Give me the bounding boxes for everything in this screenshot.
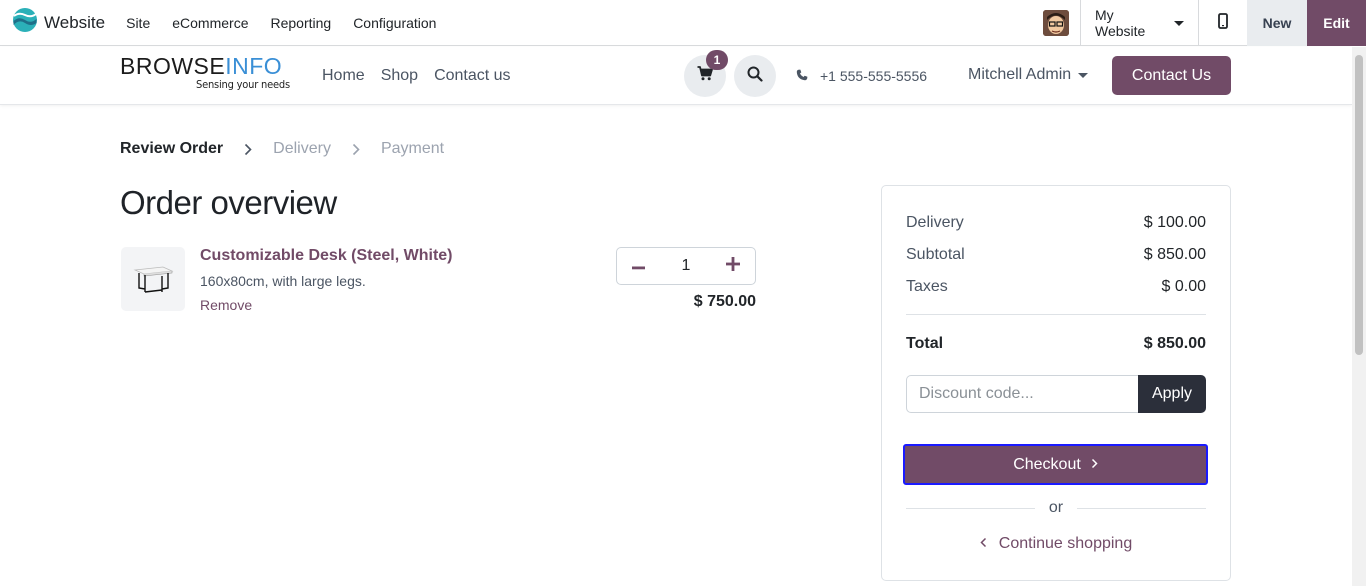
- edit-button[interactable]: Edit: [1307, 0, 1366, 46]
- remove-item-link[interactable]: Remove: [200, 297, 252, 313]
- checkout-steps-breadcrumb: Review Order Delivery Payment: [120, 140, 444, 158]
- brand-name-part1: BROWSE: [120, 53, 226, 79]
- summary-row-subtotal: Subtotal $ 850.00: [906, 246, 1206, 264]
- subtotal-value: $ 850.00: [1143, 246, 1206, 263]
- mobile-preview-button[interactable]: [1199, 0, 1247, 46]
- website-header: BROWSEINFO Sensing your needs Home Shop …: [0, 47, 1352, 105]
- avatar: [1043, 10, 1069, 36]
- menu-ecommerce[interactable]: eCommerce: [172, 15, 248, 31]
- search-button[interactable]: [734, 55, 776, 97]
- step-delivery: Delivery: [273, 140, 331, 157]
- minus-icon: [632, 257, 646, 275]
- mobile-icon: [1218, 12, 1228, 34]
- website-logo-icon: [12, 7, 38, 38]
- decrease-quantity-button[interactable]: [617, 248, 661, 284]
- brand-name: BROWSEINFO: [120, 53, 290, 79]
- continue-shopping-link[interactable]: Continue shopping: [906, 535, 1206, 553]
- checkout-button[interactable]: Checkout: [903, 444, 1208, 485]
- menu-site[interactable]: Site: [126, 15, 150, 31]
- summary-divider: [906, 314, 1206, 315]
- taxes-label: Taxes: [906, 278, 948, 295]
- admin-right-controls: My Website New Edit: [1032, 0, 1366, 46]
- menu-reporting[interactable]: Reporting: [270, 15, 331, 31]
- or-label: or: [1048, 499, 1064, 516]
- menu-configuration[interactable]: Configuration: [353, 15, 436, 31]
- plus-icon: [726, 256, 740, 276]
- checkout-label: Checkout: [1013, 455, 1081, 473]
- chevron-down-icon: [1078, 72, 1089, 78]
- nav-home[interactable]: Home: [322, 67, 365, 85]
- order-summary-card: Delivery $ 100.00 Subtotal $ 850.00 Taxe…: [881, 185, 1231, 581]
- product-name-link[interactable]: Customizable Desk (Steel, White): [200, 247, 453, 265]
- increase-quantity-button[interactable]: [711, 248, 755, 284]
- chevron-right-icon: [239, 143, 257, 156]
- summary-row-total: Total $ 850.00: [906, 335, 1206, 353]
- admin-navbar: Website Site eCommerce Reporting Configu…: [0, 0, 1366, 46]
- cart-icon: [697, 66, 713, 86]
- brand-logo[interactable]: BROWSEINFO Sensing your needs: [120, 53, 290, 92]
- delivery-label: Delivery: [906, 214, 964, 231]
- summary-row-delivery: Delivery $ 100.00: [906, 214, 1206, 232]
- or-separator: or: [906, 499, 1207, 517]
- product-image: [121, 247, 185, 311]
- cart-button[interactable]: 1: [684, 50, 728, 97]
- nav-contact-us[interactable]: Contact us: [434, 67, 510, 85]
- total-label: Total: [906, 335, 944, 352]
- website-app-logo[interactable]: Website: [12, 7, 105, 38]
- chevron-down-icon: [1174, 20, 1184, 26]
- phone-icon: [796, 68, 808, 84]
- line-item-price: $ 750.00: [693, 293, 756, 310]
- discount-code-input[interactable]: [906, 375, 1138, 413]
- website-selector-dropdown[interactable]: My Website: [1080, 0, 1199, 46]
- admin-menu: Site eCommerce Reporting Configuration: [115, 15, 447, 31]
- quantity-input[interactable]: 1: [666, 257, 706, 275]
- taxes-value: $ 0.00: [1161, 278, 1206, 295]
- page-title: Order overview: [120, 184, 337, 221]
- phone-link[interactable]: +1 555-555-5556: [796, 68, 927, 84]
- separator-line: [906, 507, 1035, 509]
- subtotal-label: Subtotal: [906, 246, 965, 263]
- discount-form: Apply: [906, 375, 1206, 413]
- brand-name-part2: INFO: [225, 53, 283, 79]
- search-icon: [747, 66, 763, 87]
- brand-tagline: Sensing your needs: [196, 78, 290, 91]
- summary-row-taxes: Taxes $ 0.00: [906, 278, 1206, 296]
- product-description: 160x80cm, with large legs.: [200, 273, 366, 289]
- phone-number: +1 555-555-5556: [820, 68, 928, 84]
- continue-shopping-label: Continue shopping: [998, 535, 1133, 552]
- chevron-left-icon: [980, 535, 999, 553]
- separator-line: [1077, 507, 1207, 509]
- website-selector-label: My Website: [1095, 7, 1146, 39]
- chevron-right-icon: [1081, 456, 1098, 474]
- contact-us-button[interactable]: Contact Us: [1112, 56, 1231, 95]
- step-review-order: Review Order: [120, 140, 224, 157]
- user-name: Mitchell Admin: [968, 66, 1072, 83]
- new-button[interactable]: New: [1247, 0, 1307, 46]
- step-payment: Payment: [380, 140, 445, 157]
- chevron-right-icon: [347, 143, 365, 156]
- desk-image-icon: [133, 266, 174, 293]
- user-avatar-button[interactable]: [1032, 0, 1080, 46]
- scrollbar-thumb[interactable]: [1355, 55, 1363, 355]
- user-menu-dropdown[interactable]: Mitchell Admin: [968, 66, 1089, 84]
- total-value: $ 850.00: [1143, 335, 1206, 352]
- page-scrollbar[interactable]: [1352, 47, 1366, 586]
- cart-count-badge: 1: [706, 50, 728, 70]
- main-nav: Home Shop Contact us: [322, 67, 527, 85]
- quantity-stepper: 1: [616, 247, 756, 285]
- app-name: Website: [44, 12, 106, 32]
- apply-discount-button[interactable]: Apply: [1138, 375, 1206, 413]
- nav-shop[interactable]: Shop: [381, 67, 418, 85]
- delivery-value: $ 100.00: [1143, 214, 1206, 231]
